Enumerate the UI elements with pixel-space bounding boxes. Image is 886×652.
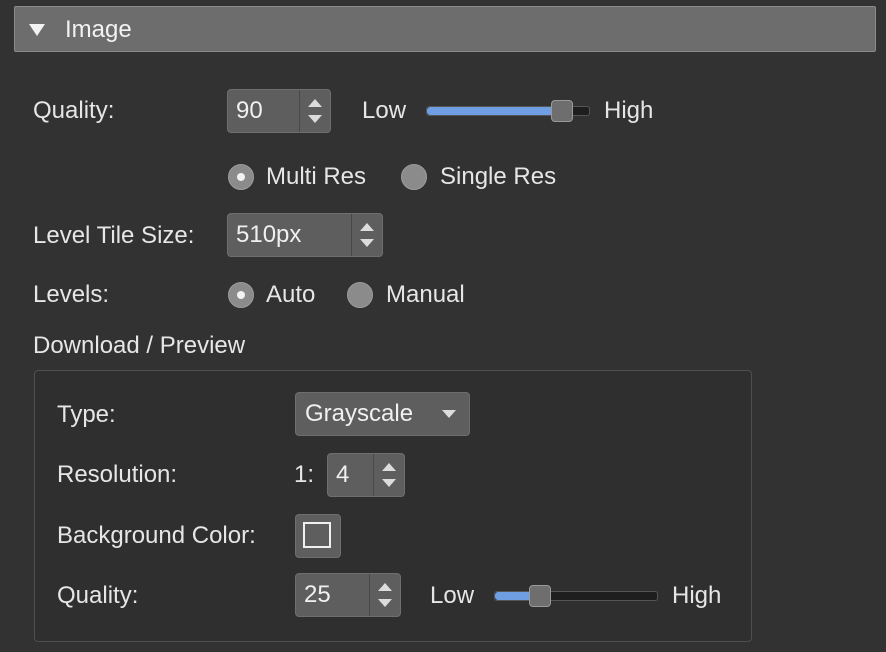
stepper-down-icon[interactable] [378,599,392,607]
stepper-up-icon[interactable] [360,223,374,231]
preview-quality-stepper-arrows[interactable] [369,574,400,616]
type-value[interactable]: Grayscale [305,393,413,435]
tile-size-stepper[interactable]: 510px [227,213,383,257]
single-res-radio[interactable] [401,164,427,190]
levels-auto-radio[interactable] [228,282,254,308]
preview-quality-slider[interactable] [494,591,658,601]
tile-size-stepper-arrows[interactable] [351,214,382,256]
multi-res-radio[interactable] [228,164,254,190]
quality-stepper-arrows[interactable] [299,90,330,132]
chevron-down-icon[interactable] [442,410,456,418]
resolution-value[interactable]: 4 [336,454,349,496]
resolution-stepper[interactable]: 4 [327,453,405,497]
preview-quality-label: Quality: [57,582,139,609]
background-color-label: Background Color: [57,522,256,549]
preview-quality-stepper[interactable]: 25 [295,573,401,617]
quality-value[interactable]: 90 [236,90,263,132]
quality-slider-knob[interactable] [551,100,573,122]
levels-auto-label[interactable]: Auto [266,281,315,309]
resolution-label: Resolution: [57,461,178,488]
type-dropdown[interactable]: Grayscale [295,392,470,436]
type-label: Type: [57,401,116,428]
levels-manual-radio[interactable] [347,282,373,308]
quality-slider-fill [427,107,562,115]
quality-low-label: Low [362,97,407,124]
quality-high-label: High [604,97,654,124]
resolution-stepper-arrows[interactable] [373,454,404,496]
disclosure-triangle-down-icon[interactable] [29,24,45,36]
background-color-well[interactable] [295,514,341,558]
preview-quality-slider-knob[interactable] [529,585,551,607]
quality-stepper[interactable]: 90 [227,89,331,133]
stepper-down-icon[interactable] [308,115,322,123]
resolution-prefix: 1: [294,461,315,488]
stepper-up-icon[interactable] [382,463,396,471]
levels-manual-label[interactable]: Manual [386,281,465,309]
stepper-up-icon[interactable] [308,99,322,107]
quality-label: Quality: [33,97,115,124]
tile-size-value[interactable]: 510px [236,214,301,256]
download-preview-title: Download / Preview [33,332,246,359]
color-swatch[interactable] [303,522,331,548]
preview-quality-low-label: Low [430,582,475,609]
stepper-down-icon[interactable] [382,479,396,487]
section-title: Image [65,16,132,43]
tile-size-label: Level Tile Size: [33,222,195,249]
preview-quality-value[interactable]: 25 [304,574,331,616]
single-res-label[interactable]: Single Res [440,163,556,191]
image-section-header[interactable]: Image [14,6,876,52]
preview-quality-high-label: High [672,582,722,609]
multi-res-label[interactable]: Multi Res [266,163,366,191]
levels-label: Levels: [33,281,110,308]
stepper-up-icon[interactable] [378,583,392,591]
stepper-down-icon[interactable] [360,239,374,247]
